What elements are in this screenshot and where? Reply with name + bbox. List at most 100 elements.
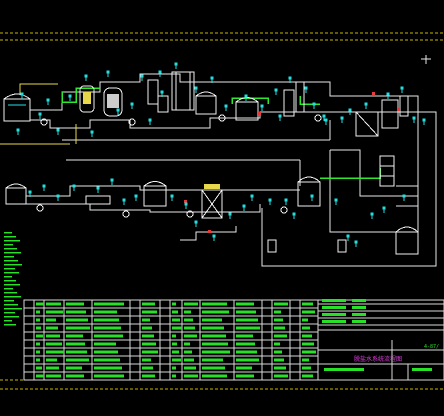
table-cell xyxy=(184,318,193,322)
instrument-bubble-icon xyxy=(170,194,174,198)
table-cell xyxy=(142,334,154,338)
buffer-tank-lower[interactable] xyxy=(143,181,167,207)
multimedia-filter[interactable] xyxy=(103,87,123,117)
instrument-bubble-icon xyxy=(284,198,288,202)
precision-filter[interactable] xyxy=(147,79,169,113)
heat-exchanger[interactable] xyxy=(379,155,395,187)
table-cell xyxy=(274,302,288,306)
intermediate-tank-2[interactable] xyxy=(235,97,259,121)
instrument-bubble-icon xyxy=(212,234,216,238)
instrument-bubble-icon xyxy=(84,74,88,78)
mixed-bed-exchanger-upper[interactable] xyxy=(355,95,409,137)
table-cell xyxy=(184,334,197,338)
instrument-bubble-icon xyxy=(224,104,228,108)
legend-entry xyxy=(4,272,19,274)
table-cell xyxy=(46,302,61,306)
table-cell xyxy=(66,334,83,338)
table-cell xyxy=(142,326,152,330)
instrument-bubble-icon xyxy=(422,118,426,122)
table-cell xyxy=(46,366,59,370)
instrument-bubble-icon xyxy=(96,186,100,190)
process-flow-diagram: 4-87/ 脱盐水系统流程图 xyxy=(0,32,444,390)
table-cell xyxy=(184,310,191,314)
cad-drawing-viewport[interactable]: 4-87/ 脱盐水系统流程图 xyxy=(0,0,444,412)
instrument-bubble-icon xyxy=(122,198,126,202)
pure-water-tank[interactable] xyxy=(297,176,321,207)
legend-entry xyxy=(4,244,13,246)
dosing-unit[interactable] xyxy=(267,239,347,253)
table-cell xyxy=(46,310,63,314)
degasser-column[interactable] xyxy=(283,81,305,117)
feed-tank-lower[interactable] xyxy=(5,183,27,205)
instrument-bubble-icon xyxy=(278,114,282,118)
product-water-tank[interactable] xyxy=(395,226,419,255)
instrument-bubble-icon xyxy=(16,128,20,132)
table-cell xyxy=(46,326,58,330)
intermediate-tank-1[interactable] xyxy=(195,91,217,115)
table-cell xyxy=(46,342,62,346)
table-cell xyxy=(202,366,225,370)
instrument-bubble-icon xyxy=(244,94,248,98)
instrument-bubble-icon xyxy=(106,70,110,74)
table-cell xyxy=(202,318,222,322)
table-cell xyxy=(142,318,150,322)
instrument-bubble-icon xyxy=(274,88,278,92)
legend-entry xyxy=(4,252,21,254)
instrument-bubble-icon xyxy=(268,198,272,202)
table-cell xyxy=(172,374,176,378)
table-cell xyxy=(46,374,61,378)
table-cell xyxy=(184,350,192,354)
legend-entry xyxy=(4,296,21,298)
raw-water-tank[interactable] xyxy=(3,93,31,122)
instrument-bubble-icon xyxy=(312,102,316,106)
instrument-bubble-icon xyxy=(194,86,198,90)
table-cell xyxy=(202,342,228,346)
table-cell xyxy=(66,310,86,314)
instrument-bubble-icon xyxy=(340,116,344,120)
instrument-bubble-icon xyxy=(140,74,144,78)
instrument-bubble-icon xyxy=(322,114,326,118)
instrument-bubble-icon xyxy=(400,86,404,90)
instrument-bubble-icon xyxy=(110,178,114,182)
table-cell xyxy=(172,318,180,322)
table-cell xyxy=(94,350,118,354)
table-cell xyxy=(202,334,226,338)
table-cell xyxy=(302,318,308,322)
cartridge-filter-lower[interactable] xyxy=(85,195,111,205)
table-cell xyxy=(94,366,122,370)
instrument-bubble-icon xyxy=(370,212,374,216)
instrument-bubble-icon xyxy=(184,202,188,206)
table-cell xyxy=(36,366,42,370)
return-piping xyxy=(261,95,437,267)
table-cell xyxy=(274,310,281,314)
instrument-bubble-icon xyxy=(364,102,368,106)
table-cell xyxy=(202,310,229,314)
table-cell xyxy=(36,310,40,314)
lower-pumps xyxy=(36,204,288,218)
instrument-bubble-icon xyxy=(160,90,164,94)
table-cell xyxy=(172,342,177,346)
edi-module[interactable] xyxy=(201,184,223,219)
legend-entry xyxy=(4,312,15,314)
instrument-bubble-icon xyxy=(348,108,352,112)
drawing-number: 4-87/ xyxy=(424,344,439,350)
table-cell xyxy=(66,302,84,306)
instrument-bubble-icon xyxy=(292,212,296,216)
table-cell xyxy=(66,374,84,378)
instrument-bubble-icon xyxy=(250,194,254,198)
table-cell xyxy=(274,350,282,354)
activated-carbon-filter[interactable] xyxy=(79,85,95,113)
green-transfer-pipe xyxy=(320,168,381,179)
table-cell xyxy=(172,334,176,338)
table-cell xyxy=(46,318,56,322)
legend-entry xyxy=(4,304,18,306)
instrument-bubble-icon xyxy=(72,184,76,188)
instrument-bubble-icon xyxy=(130,102,134,106)
drawing-title: 脱盐水系统流程图 xyxy=(354,355,402,363)
table-cell xyxy=(142,342,156,346)
table-cell xyxy=(302,310,315,314)
legend-entry xyxy=(4,280,16,282)
table-cell xyxy=(274,366,286,370)
table-cell xyxy=(66,326,90,330)
ro-membrane-rack[interactable] xyxy=(171,71,195,111)
